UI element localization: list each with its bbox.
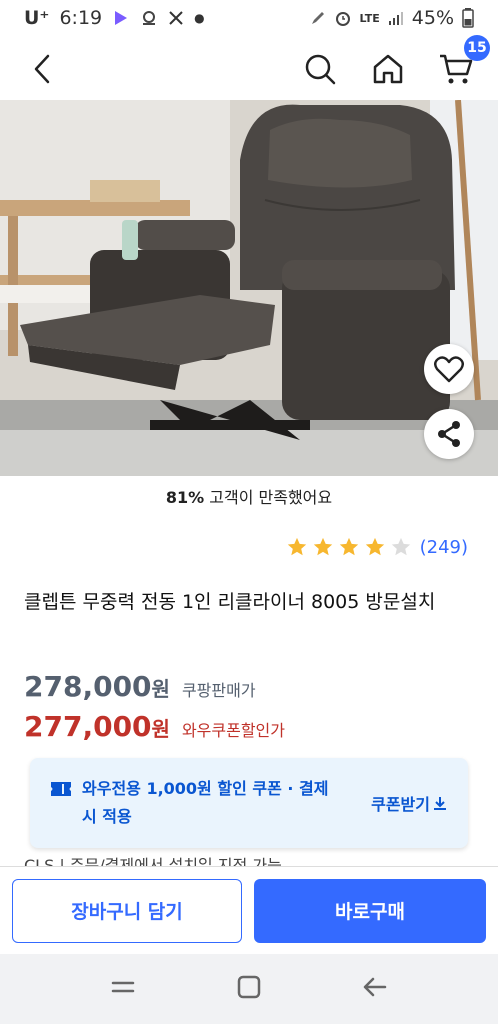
original-price-unit: 원 bbox=[151, 677, 170, 701]
rating-summary[interactable]: (249) bbox=[286, 536, 468, 558]
recliner-photo bbox=[0, 100, 498, 476]
x-app-icon bbox=[169, 11, 183, 25]
battery-percent: 45% bbox=[411, 7, 454, 29]
play-store-icon bbox=[115, 11, 128, 25]
star-icon bbox=[391, 537, 410, 556]
star-icon bbox=[313, 537, 332, 556]
purchase-bar: 장바구니 담기 바로구매 bbox=[0, 866, 498, 954]
cart-button[interactable]: 15 bbox=[434, 35, 490, 91]
recent-apps-icon bbox=[111, 981, 135, 993]
home-nav-button[interactable] bbox=[235, 973, 263, 1005]
chevron-left-icon bbox=[34, 54, 50, 84]
coupon-icon bbox=[51, 782, 71, 796]
clock: 6:19 bbox=[59, 7, 103, 29]
battery-icon bbox=[462, 8, 474, 28]
alarm-icon bbox=[335, 12, 350, 26]
discount-price-row: 277,000원 와우쿠폰할인가 bbox=[24, 710, 285, 743]
back-arrow-icon bbox=[363, 977, 387, 997]
home-button[interactable] bbox=[366, 47, 410, 91]
buy-now-button[interactable]: 바로구매 bbox=[254, 878, 486, 943]
star-icon bbox=[287, 537, 306, 556]
discount-price-value: 277,000 bbox=[24, 710, 152, 743]
share-button[interactable] bbox=[424, 409, 474, 459]
cart-count-badge: 15 bbox=[464, 35, 490, 61]
original-price-label: 쿠팡판매가 bbox=[181, 681, 256, 700]
add-to-cart-button[interactable]: 장바구니 담기 bbox=[12, 878, 242, 943]
search-icon bbox=[305, 54, 336, 85]
carrier-label: U⁺ bbox=[24, 7, 50, 29]
notification-icon bbox=[143, 11, 156, 25]
edit-icon bbox=[311, 12, 324, 24]
delivery-info-row: CLS | 주문/결제에서 설치일 지정 가능 bbox=[24, 856, 282, 866]
system-nav-bar bbox=[0, 954, 498, 1024]
star-icon bbox=[365, 537, 384, 556]
discount-price: 277,000원 bbox=[24, 710, 170, 743]
home-square-icon bbox=[237, 975, 261, 999]
star-icon bbox=[339, 537, 358, 556]
original-price-row: 278,000원 쿠팡판매가 bbox=[24, 670, 256, 703]
more-dot-icon: ● bbox=[194, 11, 205, 25]
download-icon bbox=[434, 797, 446, 810]
coupon-tooltip[interactable]: 와우전용 1,000원 할인 쿠폰 · 결제 시 적용 쿠폰받기 bbox=[30, 758, 468, 848]
discount-price-label: 와우쿠폰할인가 bbox=[181, 721, 285, 740]
network-label: LTE bbox=[359, 11, 380, 25]
original-price-value: 278,000 bbox=[24, 670, 152, 703]
signal-icon bbox=[388, 12, 403, 25]
satisfaction-percent: 81% bbox=[165, 488, 205, 507]
share-icon bbox=[438, 421, 460, 447]
heart-icon bbox=[434, 356, 464, 383]
app-header: 15 bbox=[0, 35, 498, 100]
get-coupon-button[interactable]: 쿠폰받기 bbox=[371, 791, 448, 815]
status-bar: U⁺ 6:19 ● LTE 45% bbox=[0, 0, 498, 36]
satisfaction-text: 81% 고객이 만족했어요 bbox=[0, 484, 498, 508]
search-button[interactable] bbox=[298, 47, 342, 91]
discount-price-unit: 원 bbox=[151, 717, 170, 741]
product-image[interactable] bbox=[0, 100, 498, 476]
home-icon bbox=[373, 54, 403, 84]
review-count[interactable]: (249) bbox=[420, 537, 468, 558]
product-page: U⁺ 6:19 ● LTE 45% 15 81% 고객이 만족했어요 (249)… bbox=[0, 0, 498, 1024]
original-price: 278,000원 bbox=[24, 670, 170, 703]
get-coupon-label: 쿠폰받기 bbox=[371, 795, 430, 814]
coupon-text: 와우전용 1,000원 할인 쿠폰 · 결제 시 적용 bbox=[82, 779, 329, 826]
recent-apps-button[interactable] bbox=[109, 973, 137, 1005]
favorite-button[interactable] bbox=[424, 344, 474, 394]
satisfaction-label: 고객이 만족했어요 bbox=[204, 488, 333, 507]
back-nav-button[interactable] bbox=[361, 973, 389, 1005]
product-title: 클렙튼 무중력 전동 1인 리클라이너 8005 방문설치 bbox=[24, 591, 436, 613]
back-button[interactable] bbox=[20, 47, 64, 91]
